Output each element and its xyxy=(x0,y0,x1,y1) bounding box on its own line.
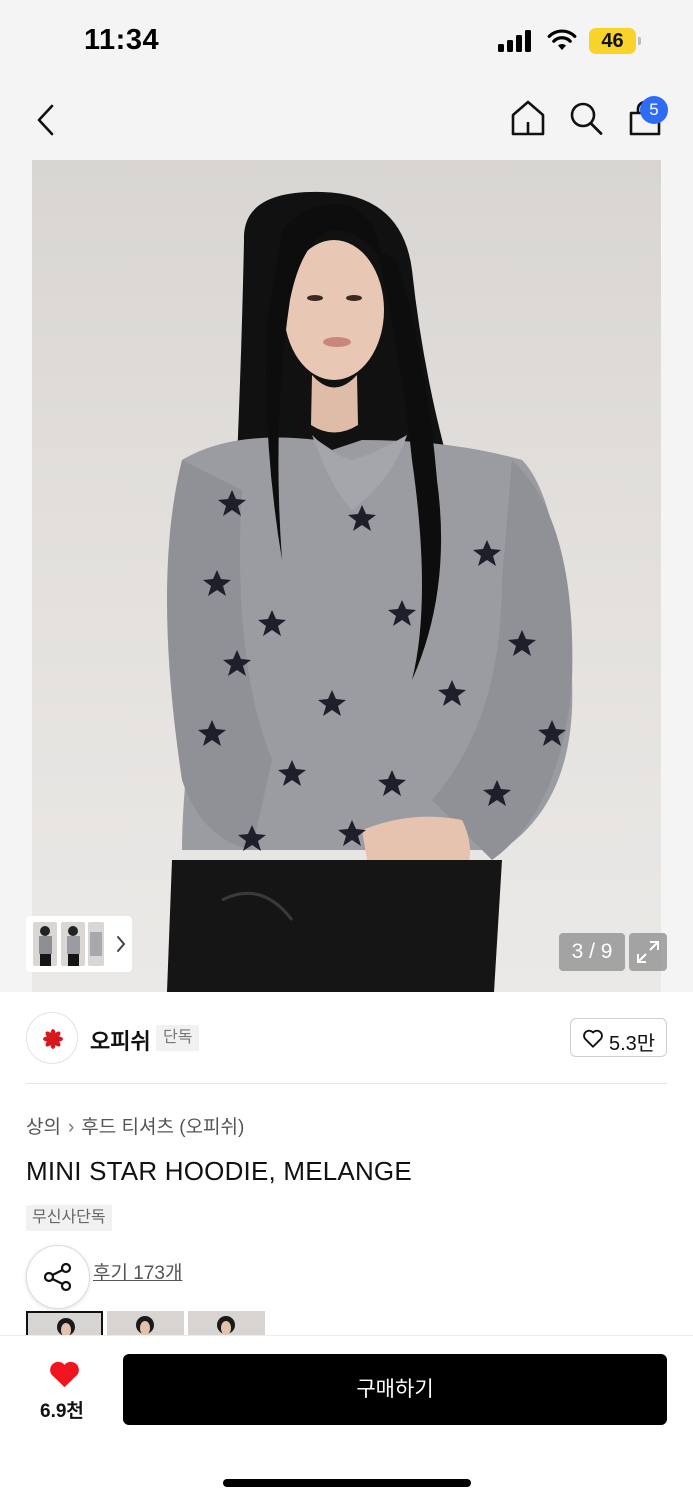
share-icon xyxy=(43,1262,72,1292)
wifi-icon xyxy=(547,29,577,50)
category-breadcrumb: 상의 › 후드 티셔츠 (오피쉬) xyxy=(26,1112,244,1139)
product-detail-screen: 11:34 46 5 3 / 9 오피쉬 단독 5.3만 상의 › 후드 티셔츠… xyxy=(0,0,693,1500)
brand-like-count: 5.3만 xyxy=(609,1033,656,1055)
status-time: 11:34 xyxy=(84,24,160,56)
battery-level: 46 xyxy=(601,30,624,52)
status-bar: 11:34 46 xyxy=(0,0,693,82)
gallery-thumbnail[interactable] xyxy=(33,922,57,966)
heart-filled-icon[interactable] xyxy=(48,1360,81,1389)
color-option-thumbnail[interactable] xyxy=(188,1311,265,1335)
chevron-right-icon[interactable] xyxy=(115,934,127,954)
brand-logo[interactable] xyxy=(26,1012,78,1064)
heart-outline-icon xyxy=(583,1029,603,1048)
review-count-link[interactable]: 후기 173개 xyxy=(93,1258,182,1285)
product-photo[interactable] xyxy=(32,160,661,992)
brand-name[interactable]: 오피쉬 xyxy=(90,1024,151,1056)
top-nav-bar xyxy=(0,82,693,160)
image-page-counter: 3 / 9 xyxy=(559,933,625,971)
home-indicator xyxy=(223,1479,471,1487)
home-icon[interactable] xyxy=(509,98,547,138)
gallery-thumbnail[interactable] xyxy=(61,922,85,966)
buy-button[interactable]: 구매하기 xyxy=(123,1354,667,1425)
color-option-thumbnail[interactable] xyxy=(107,1311,184,1335)
product-title: MINI STAR HOODIE, MELANGE xyxy=(26,1156,412,1186)
model-illustration xyxy=(167,191,573,992)
chevron-right-icon: › xyxy=(67,1117,75,1138)
back-icon[interactable] xyxy=(32,100,60,140)
cart-count-badge: 5 xyxy=(640,96,668,124)
brand-logo-mark xyxy=(43,1029,63,1049)
gallery-thumbnail-strip[interactable] xyxy=(26,916,132,972)
brand-like-button[interactable]: 5.3만 xyxy=(570,1018,667,1057)
breadcrumb-item-category[interactable]: 상의 xyxy=(26,1117,61,1138)
expand-icon xyxy=(637,941,659,963)
product-gallery[interactable] xyxy=(0,160,693,992)
brand-exclusive-tag: 단독 xyxy=(156,1025,200,1051)
search-icon[interactable] xyxy=(567,98,605,138)
divider xyxy=(26,1083,667,1084)
gallery-thumbnail[interactable] xyxy=(88,922,104,966)
signal-icon xyxy=(498,30,536,52)
color-option-thumbnail[interactable] xyxy=(26,1311,103,1335)
breadcrumb-item-subcategory[interactable]: 후드 티셔츠 (오피쉬) xyxy=(81,1117,244,1138)
wish-count: 6.9천 xyxy=(40,1401,84,1422)
expand-image-button[interactable] xyxy=(629,933,667,971)
musinsa-exclusive-tag: 무신사단독 xyxy=(26,1205,112,1231)
battery-icon: 46 xyxy=(589,28,641,54)
share-button[interactable] xyxy=(26,1245,90,1309)
